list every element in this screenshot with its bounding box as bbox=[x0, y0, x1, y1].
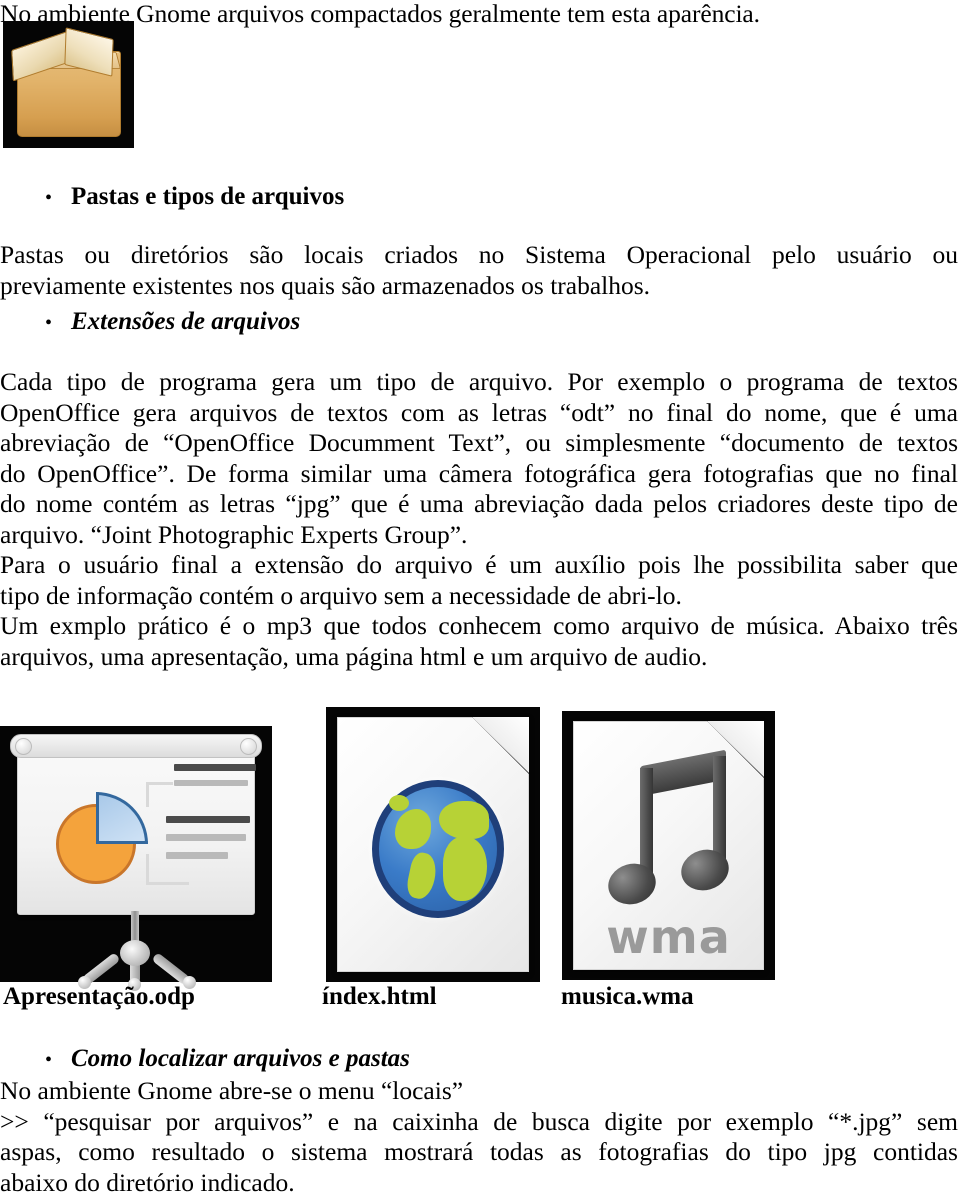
globe-landmass bbox=[389, 795, 409, 811]
paragraph-localizar: No ambiente Gnome abre-se o menu “locais… bbox=[0, 1076, 958, 1198]
paragraph-line: Cada tipo de programa gera um tipo de ar… bbox=[0, 367, 958, 398]
archive-box-icon bbox=[3, 21, 134, 148]
roller-knob-left bbox=[15, 738, 32, 755]
slide-text-line bbox=[166, 834, 246, 841]
bullet-marker: • bbox=[45, 308, 71, 338]
roller-knob-right bbox=[240, 738, 257, 755]
pie-chart-graphic bbox=[56, 790, 148, 882]
globe-icon bbox=[372, 780, 504, 918]
paragraph-line: arquivo. “Joint Photographic Experts Gro… bbox=[0, 520, 958, 551]
paragraph-line: abaixo do diretório indicado. bbox=[0, 1168, 958, 1198]
slide-text-line bbox=[174, 780, 248, 786]
file-label-musica: musica.wma bbox=[561, 983, 694, 1011]
document-page-sheet: wma bbox=[573, 721, 764, 970]
paragraph-line: tipo de informação contém o arquivo sem … bbox=[0, 581, 958, 612]
paragraph-line: Pastas ou diretórios são locais criados … bbox=[0, 240, 958, 271]
paragraph-line: do nome contém as letras “jpg” que é uma… bbox=[0, 489, 958, 520]
file-label-apresentacao: Apresentação.odp bbox=[3, 983, 195, 1011]
wma-format-badge: wma bbox=[574, 910, 763, 964]
paragraph-line: do OpenOffice”. De forma similar uma câm… bbox=[0, 459, 958, 490]
pie-slice-blue bbox=[96, 792, 148, 844]
paragraph-line: previamente existentes nos quais são arm… bbox=[0, 271, 958, 302]
paragraph-line: Um exmplo prático é o mp3 que todos conh… bbox=[0, 611, 958, 642]
presentation-screen-surface bbox=[17, 741, 255, 915]
html-globe-document-icon bbox=[326, 707, 540, 982]
intro-sentence: No ambiente Gnome arquivos compactados g… bbox=[0, 0, 958, 29]
paragraph-line: Para o usuário final a extensão do arqui… bbox=[0, 550, 958, 581]
bullet-heading-extensoes: • Extensões de arquivos bbox=[45, 307, 300, 338]
slide-text-line bbox=[166, 852, 228, 859]
slide-text-line bbox=[166, 816, 250, 823]
file-label-index: índex.html bbox=[322, 983, 437, 1011]
file-examples-row: wma bbox=[0, 707, 960, 982]
callout-bracket-top bbox=[146, 782, 173, 807]
bullet-marker: • bbox=[45, 1045, 71, 1075]
presentation-screen-roller bbox=[10, 734, 262, 758]
presentation-screen-icon bbox=[0, 726, 272, 982]
bullet-marker: • bbox=[45, 183, 71, 213]
paragraph-extensoes: Cada tipo de programa gera um tipo de ar… bbox=[0, 367, 958, 672]
paragraph-line: OpenOffice gera arquivos de textos com a… bbox=[0, 398, 958, 429]
globe-landmass bbox=[443, 837, 487, 901]
globe-landmass bbox=[439, 801, 489, 839]
slide-text-line bbox=[174, 764, 256, 771]
globe-landmass bbox=[395, 809, 431, 849]
paragraph-line: aspas, como resultado o sistema mostrará… bbox=[0, 1137, 958, 1168]
section-heading-text: Pastas e tipos de arquivos bbox=[71, 182, 344, 212]
paragraph-pastas: Pastas ou diretórios são locais criados … bbox=[0, 240, 958, 301]
document-page-sheet bbox=[337, 717, 529, 972]
document-page: No ambiente Gnome arquivos compactados g… bbox=[0, 0, 960, 1194]
music-note-wma-document-icon: wma bbox=[562, 711, 775, 980]
bullet-heading-pastas: • Pastas e tipos de arquivos bbox=[45, 182, 344, 213]
paragraph-line: No ambiente Gnome abre-se o menu “locais… bbox=[0, 1076, 958, 1107]
section-heading-text: Como localizar arquivos e pastas bbox=[71, 1044, 410, 1074]
paragraph-line: >> “pesquisar por arquivos” e na caixinh… bbox=[0, 1107, 958, 1138]
bullet-heading-localizar: • Como localizar arquivos e pastas bbox=[45, 1044, 410, 1075]
section-heading-text: Extensões de arquivos bbox=[71, 307, 300, 337]
tripod-hub bbox=[120, 940, 150, 966]
globe-landmass bbox=[405, 851, 440, 901]
paragraph-line: arquivos, uma apresentação, uma página h… bbox=[0, 642, 958, 673]
paragraph-line: abreviação de “OpenOffice Documment Text… bbox=[0, 428, 958, 459]
